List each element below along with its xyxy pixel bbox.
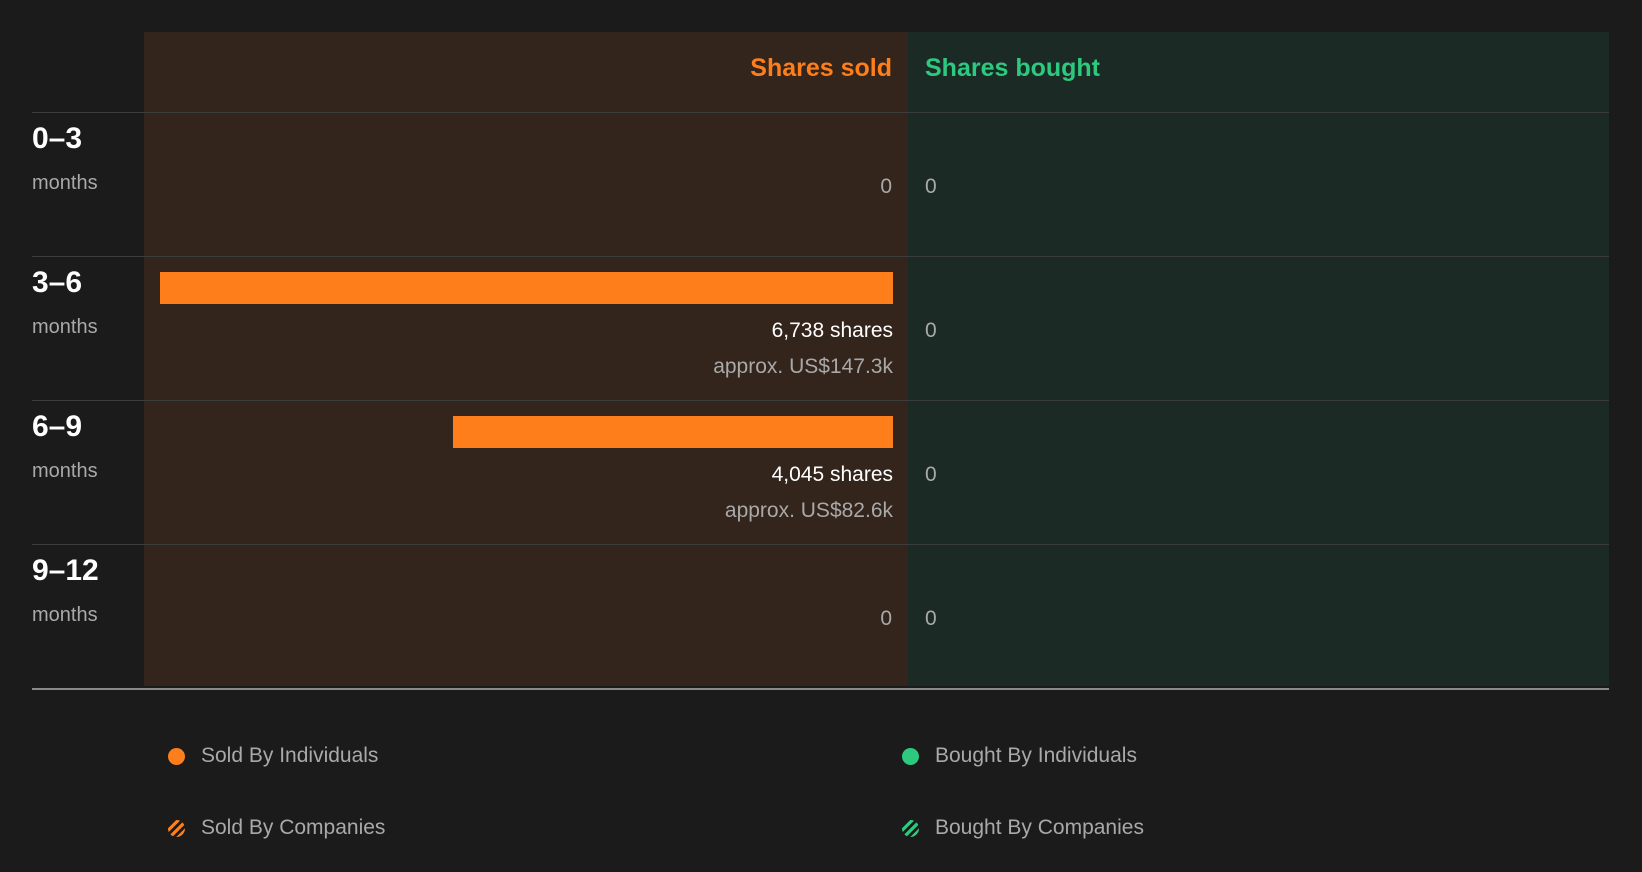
- legend-item: Sold By Individuals: [168, 744, 378, 768]
- legend-swatch-icon: [902, 747, 919, 765]
- sold-zero-label: 0: [880, 175, 892, 198]
- row-period-unit: months: [32, 604, 98, 626]
- row-period-range: 0–3: [32, 122, 83, 155]
- sold-bar: [160, 272, 893, 304]
- row-period-unit: months: [32, 172, 98, 194]
- chart-row: 6–9 months 4,045 shares approx. US$82.6k 0: [0, 400, 1642, 544]
- row-divider: [32, 256, 1609, 257]
- row-period-range: 6–9: [32, 410, 83, 443]
- bought-zero-label: 0: [925, 607, 937, 630]
- shares-bought-header: Shares bought: [925, 54, 1101, 82]
- legend-item: Sold By Companies: [168, 816, 385, 840]
- legend-item: Bought By Individuals: [902, 744, 1137, 768]
- chart-baseline: [32, 688, 1609, 690]
- sold-shares-label: 4,045 shares: [771, 463, 893, 486]
- row-divider: [32, 544, 1609, 545]
- bought-zero-label: 0: [925, 463, 937, 486]
- sold-zero-label: 0: [880, 607, 892, 630]
- insider-trading-chart: Shares sold Shares bought 0–3 months 0 0 3–6…: [0, 0, 1642, 872]
- legend-label: Sold By Individuals: [201, 744, 379, 767]
- legend-label: Bought By Individuals: [935, 744, 1137, 767]
- row-period-unit: months: [32, 316, 98, 338]
- bought-zero-label: 0: [925, 175, 937, 198]
- bought-zero-label: 0: [925, 319, 937, 342]
- header-divider: [32, 112, 1609, 113]
- row-period-unit: months: [32, 460, 98, 482]
- sold-bar: [453, 416, 893, 448]
- row-divider: [32, 400, 1609, 401]
- chart-row: 0–3 months 0 0: [0, 112, 1642, 256]
- shares-sold-header: Shares sold: [750, 54, 892, 82]
- sold-shares-label: 6,738 shares: [771, 319, 893, 342]
- legend-label: Sold By Companies: [201, 816, 386, 839]
- legend-swatch-icon: [902, 819, 919, 837]
- chart-row: 9–12 months 0 0: [0, 544, 1642, 688]
- chart-row: 3–6 months 6,738 shares approx. US$147.3k 0: [0, 256, 1642, 400]
- legend-item: Bought By Companies: [902, 816, 1144, 840]
- sold-approx-value-label: approx. US$82.6k: [724, 499, 893, 522]
- sold-approx-value-label: approx. US$147.3k: [713, 355, 893, 378]
- legend-swatch-icon: [168, 819, 185, 837]
- row-period-range: 3–6: [32, 266, 83, 299]
- legend-swatch-icon: [168, 747, 185, 765]
- legend-label: Bought By Companies: [935, 816, 1144, 839]
- row-period-range: 9–12: [32, 554, 99, 587]
